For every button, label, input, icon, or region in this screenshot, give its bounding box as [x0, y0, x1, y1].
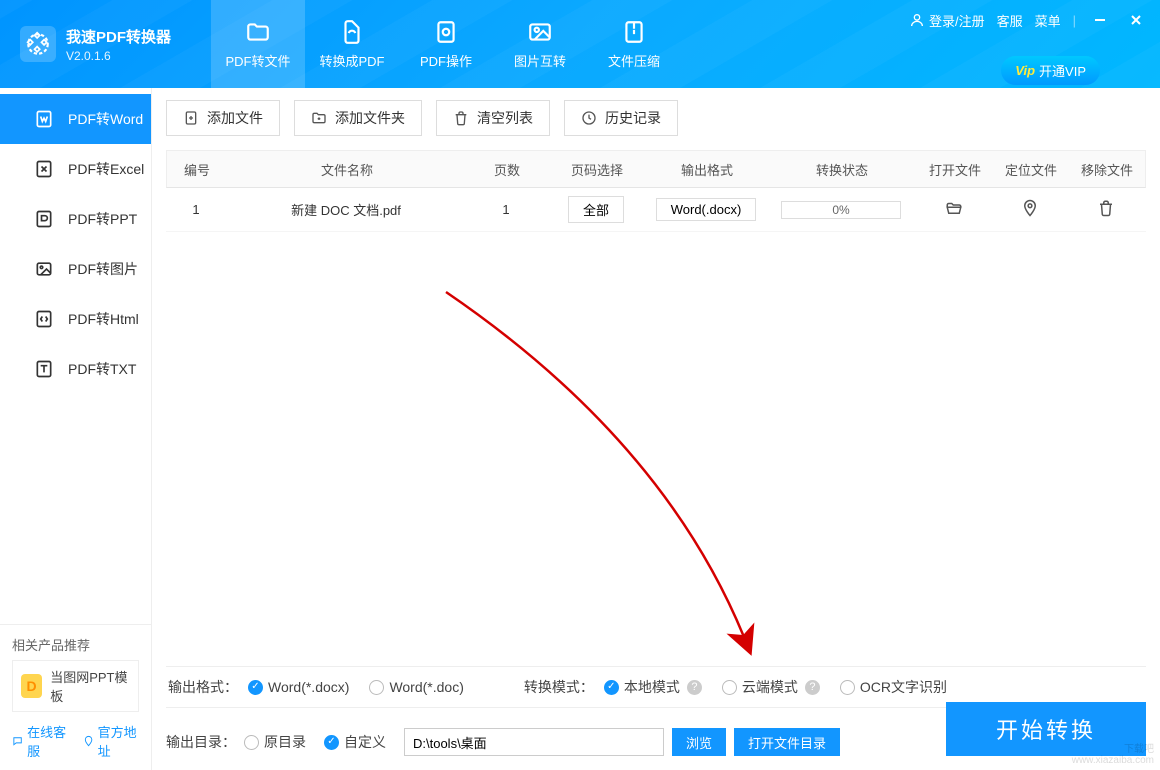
tab-compress[interactable]: 文件压缩: [587, 0, 681, 88]
app-version: V2.0.1.6: [66, 49, 171, 63]
col-name: 文件名称: [227, 160, 467, 179]
col-status: 转换状态: [767, 160, 917, 179]
cell-num: 1: [166, 202, 226, 217]
sidebar-item-excel[interactable]: PDF转Excel: [0, 144, 151, 194]
radio-doc[interactable]: Word(*.doc): [369, 679, 463, 695]
promo-ppt-template[interactable]: D 当图网PPT模板: [12, 660, 139, 712]
word-icon: [34, 109, 54, 129]
support-link[interactable]: 客服: [997, 11, 1023, 30]
tab-image-convert[interactable]: 图片互转: [493, 0, 587, 88]
trash-icon: [453, 110, 469, 126]
out-dir-label: 输出目录：: [166, 732, 236, 752]
col-format: 输出格式: [647, 160, 767, 179]
sidebar-item-txt[interactable]: PDF转TXT: [0, 344, 151, 394]
image-icon: [527, 19, 553, 45]
sidebar-item-ppt[interactable]: PDF转PPT: [0, 194, 151, 244]
pin-icon: [1021, 199, 1039, 217]
page-select-button[interactable]: 全部: [568, 196, 624, 223]
mode-label: 转换模式：: [524, 677, 594, 697]
radio-custom-dir[interactable]: 自定义: [324, 732, 386, 752]
start-convert-button[interactable]: 开始转换: [946, 702, 1146, 756]
options-row: 输出格式： Word(*.docx) Word(*.doc) 转换模式： 本地模…: [166, 666, 1146, 707]
folder-icon: [245, 19, 271, 45]
promo-icon: D: [21, 674, 42, 698]
out-format-label: 输出格式：: [168, 677, 238, 697]
browse-button[interactable]: 浏览: [672, 728, 726, 756]
user-icon: [909, 12, 925, 28]
tab-pdf-ops[interactable]: PDF操作: [399, 0, 493, 88]
output-path-input[interactable]: [404, 728, 664, 756]
folder-plus-icon: [311, 110, 327, 126]
grid-header: 编号 文件名称 页数 页码选择 输出格式 转换状态 打开文件 定位文件 移除文件: [166, 150, 1146, 188]
help-icon[interactable]: ?: [805, 680, 820, 695]
remove-file-button[interactable]: [1097, 199, 1115, 217]
folder-open-icon: [945, 199, 963, 217]
cell-name: 新建 DOC 文档.pdf: [226, 200, 466, 219]
table-row: 1 新建 DOC 文档.pdf 1 全部 Word(.docx) 0%: [166, 188, 1146, 232]
picture-icon: [34, 259, 54, 279]
col-page-sel: 页码选择: [547, 160, 647, 179]
txt-icon: [34, 359, 54, 379]
ppt-icon: [34, 209, 54, 229]
locate-file-button[interactable]: [1021, 199, 1039, 217]
close-button[interactable]: [1124, 8, 1148, 32]
radio-docx[interactable]: Word(*.docx): [248, 679, 349, 695]
excel-icon: [34, 159, 54, 179]
header-right: 登录/注册 客服 菜单 |: [909, 8, 1148, 32]
help-icon[interactable]: ?: [687, 680, 702, 695]
tab-to-pdf[interactable]: 转换成PDF: [305, 0, 399, 88]
sidebar-item-image[interactable]: PDF转图片: [0, 244, 151, 294]
logo-block: 我速PDF转换器 V2.0.1.6: [0, 0, 191, 88]
related-title: 相关产品推荐: [12, 635, 139, 654]
login-link[interactable]: 登录/注册: [909, 11, 985, 30]
add-file-button[interactable]: 添加文件: [166, 100, 280, 136]
open-file-button[interactable]: [945, 199, 963, 217]
html-icon: [34, 309, 54, 329]
file-plus-icon: [183, 110, 199, 126]
minimize-button[interactable]: [1088, 8, 1112, 32]
radio-orig-dir[interactable]: 原目录: [244, 732, 306, 752]
tab-pdf-to-file[interactable]: PDF转文件: [211, 0, 305, 88]
top-tabs: PDF转文件 转换成PDF PDF操作 图片互转 文件压缩: [211, 0, 681, 88]
delete-icon: [1097, 199, 1115, 217]
col-pages: 页数: [467, 160, 547, 179]
sidebar: PDF转Word PDF转Excel PDF转PPT PDF转图片 PDF转Ht…: [0, 88, 152, 770]
menu-link[interactable]: 菜单: [1035, 11, 1061, 30]
clock-icon: [581, 110, 597, 126]
chat-icon: [12, 734, 23, 748]
clear-list-button[interactable]: 清空列表: [436, 100, 550, 136]
radio-local-mode[interactable]: 本地模式?: [604, 677, 702, 697]
radio-cloud-mode[interactable]: 云端模式?: [722, 677, 820, 697]
gear-doc-icon: [433, 19, 459, 45]
vip-badge[interactable]: Vip 开通VIP: [1001, 56, 1100, 85]
location-icon: [83, 734, 94, 748]
app-logo-icon: [20, 26, 56, 62]
col-locate: 定位文件: [993, 160, 1069, 179]
main-panel: 添加文件 添加文件夹 清空列表 历史记录 编号 文件名称 页数 页码选择 输出格…: [152, 88, 1160, 770]
sidebar-item-html[interactable]: PDF转Html: [0, 294, 151, 344]
online-support-link[interactable]: 在线客服: [12, 722, 69, 760]
open-dir-button[interactable]: 打开文件目录: [734, 728, 840, 756]
pdf-icon: [339, 19, 365, 45]
col-num: 编号: [167, 160, 227, 179]
format-select-button[interactable]: Word(.docx): [656, 198, 757, 221]
add-folder-button[interactable]: 添加文件夹: [294, 100, 422, 136]
radio-ocr-mode[interactable]: OCR文字识别: [840, 677, 947, 697]
cell-pages: 1: [466, 202, 546, 217]
toolbar: 添加文件 添加文件夹 清空列表 历史记录: [166, 100, 1146, 136]
col-remove: 移除文件: [1069, 160, 1145, 179]
app-title: 我速PDF转换器: [66, 26, 171, 47]
app-header: 我速PDF转换器 V2.0.1.6 PDF转文件 转换成PDF PDF操作 图片…: [0, 0, 1160, 88]
sidebar-item-word[interactable]: PDF转Word: [0, 94, 151, 144]
history-button[interactable]: 历史记录: [564, 100, 678, 136]
official-site-link[interactable]: 官方地址: [83, 722, 140, 760]
col-open: 打开文件: [917, 160, 993, 179]
vip-icon: Vip: [1015, 63, 1035, 78]
zip-icon: [621, 19, 647, 45]
progress-bar: 0%: [781, 201, 901, 219]
annotation-arrow-icon: [406, 272, 766, 672]
